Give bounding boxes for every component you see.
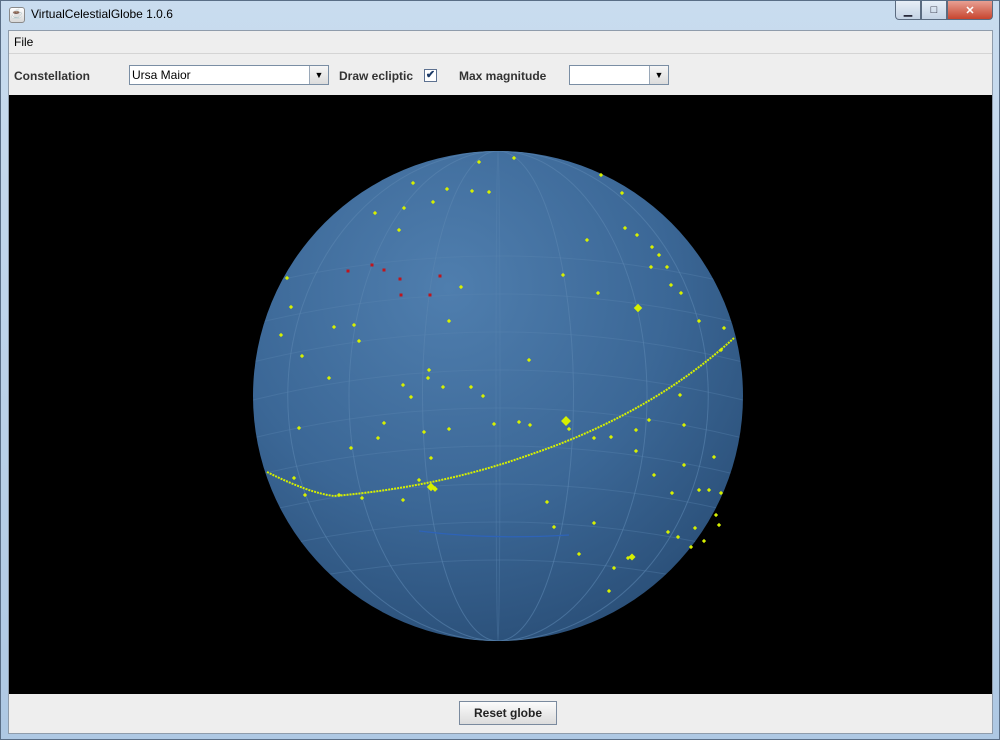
maximize-icon: □: [930, 4, 938, 16]
constellation-star: [428, 293, 432, 297]
menu-bar: File: [9, 31, 992, 54]
minimize-icon: ▁: [903, 4, 913, 17]
star-point: [716, 522, 722, 528]
constellation-combobox[interactable]: Ursa Maior ▼: [129, 65, 329, 85]
title-bar[interactable]: ☕ VirtualCelestialGlobe 1.0.6 ▁ □ ✕: [1, 1, 999, 29]
constellation-selected-value: Ursa Maior: [132, 68, 191, 82]
menu-file[interactable]: File: [14, 35, 33, 49]
client-area: File Constellation Ursa Maior ▼ Draw ecl…: [8, 30, 993, 734]
java-app-icon: ☕: [9, 7, 25, 23]
constellation-star: [399, 293, 403, 297]
constellation-star: [438, 274, 442, 278]
max-magnitude-label: Max magnitude: [459, 69, 547, 83]
draw-ecliptic-checkbox[interactable]: ✔: [424, 69, 437, 82]
celestial-sphere[interactable]: [253, 151, 743, 641]
bottom-bar: Reset globe: [9, 694, 992, 733]
star-point: [701, 538, 707, 544]
max-magnitude-combobox[interactable]: ▼: [569, 65, 669, 85]
close-button[interactable]: ✕: [947, 1, 993, 20]
globe-canvas[interactable]: [9, 95, 992, 694]
constellation-star: [382, 268, 386, 272]
maximize-button[interactable]: □: [921, 1, 947, 20]
constellation-star: [398, 277, 402, 281]
window-title: VirtualCelestialGlobe 1.0.6: [31, 7, 173, 21]
reset-globe-button[interactable]: Reset globe: [459, 701, 557, 725]
star-point: [713, 512, 719, 518]
draw-ecliptic-label: Draw ecliptic: [339, 69, 414, 83]
globe-svg[interactable]: [9, 95, 992, 694]
chevron-down-icon[interactable]: ▼: [649, 66, 668, 84]
constellation-label: Constellation: [14, 69, 91, 83]
chevron-down-icon[interactable]: ▼: [309, 66, 328, 84]
constellation-star: [370, 263, 374, 267]
control-panel: Constellation Ursa Maior ▼ Draw ecliptic…: [9, 54, 992, 94]
constellation-star: [346, 269, 350, 273]
minimize-button[interactable]: ▁: [895, 1, 921, 20]
close-icon: ✕: [965, 4, 975, 17]
window-controls: ▁ □ ✕: [895, 1, 993, 20]
app-window: ☕ VirtualCelestialGlobe 1.0.6 ▁ □ ✕ File…: [0, 0, 1000, 740]
